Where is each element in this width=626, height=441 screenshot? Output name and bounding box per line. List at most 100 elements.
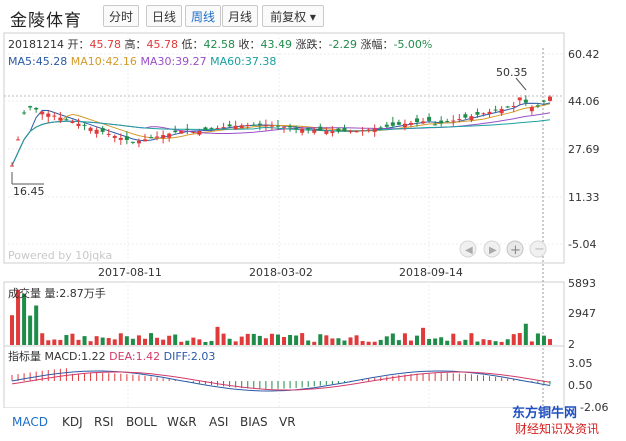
ma-line	[11, 103, 551, 166]
candle-body	[269, 125, 274, 127]
tab-kdj[interactable]: KDJ	[62, 415, 83, 429]
candlesticks	[10, 95, 552, 167]
ma-line	[11, 119, 551, 166]
candle-body	[288, 126, 293, 128]
candle-body	[481, 113, 486, 115]
candle-body	[94, 129, 99, 134]
tab-boll[interactable]: BOLL	[126, 415, 157, 429]
volume-bar	[306, 340, 311, 345]
volume-bar	[124, 336, 129, 345]
candle-body	[16, 139, 21, 141]
volume-bar	[469, 333, 474, 345]
volume-bar	[342, 340, 347, 345]
candle-body	[402, 123, 407, 127]
volume-bar	[40, 333, 45, 345]
candle-body	[312, 130, 317, 133]
candle-body	[306, 128, 311, 130]
candle-body	[493, 109, 498, 111]
tab-rsi[interactable]: RSI	[94, 415, 114, 429]
volume-bar	[257, 335, 262, 345]
candle-body	[161, 135, 166, 139]
volume-bar	[58, 339, 63, 345]
candle-body	[463, 114, 468, 118]
volume-bar	[136, 335, 141, 345]
volume-bar	[251, 333, 256, 345]
candle-body	[40, 111, 45, 115]
volume-bar	[46, 340, 51, 345]
diff-value: DIFF:2.03	[163, 350, 216, 363]
volume-bar	[390, 333, 395, 345]
candle-body	[263, 125, 268, 127]
kline-chart[interactable]: ◀ ▶ + −	[0, 0, 626, 408]
volume-bar	[179, 341, 184, 345]
volume-bar	[167, 335, 172, 345]
plus-icon: +	[510, 243, 521, 258]
date-tick: 2018-03-02	[249, 266, 313, 279]
volume-header: 成交量 量:2.87万手	[8, 285, 106, 301]
volume-bar	[191, 337, 196, 345]
candle-body	[535, 105, 540, 107]
tab-macd[interactable]: MACD	[12, 415, 48, 429]
volume-bar	[185, 340, 190, 345]
volume-bar	[427, 338, 432, 345]
candle-body	[354, 130, 359, 133]
volume-bar	[330, 338, 335, 345]
volume-bar	[245, 333, 250, 345]
candle-body	[185, 128, 190, 130]
volume-bar	[155, 337, 160, 345]
candle-body	[136, 140, 141, 144]
candle-body	[396, 122, 401, 125]
volume-bar	[475, 341, 480, 345]
volume-bar	[118, 333, 123, 345]
candle-body	[275, 125, 280, 127]
watermark-site: 东方铜牛网	[512, 406, 578, 421]
price-panel	[3, 32, 565, 264]
candle-body	[76, 123, 81, 126]
volume-bar	[487, 340, 492, 345]
high-annotation: 50.35	[496, 66, 528, 79]
volume-bar	[94, 336, 99, 345]
tab-wr[interactable]: W&R	[167, 415, 197, 429]
candle-body	[294, 128, 299, 130]
candle-body	[106, 133, 111, 135]
candle-body	[366, 129, 371, 131]
volume-bar	[233, 341, 238, 345]
volume-bar	[408, 340, 413, 345]
low-annotation: 16.45	[13, 185, 45, 198]
volume-bar	[239, 336, 244, 345]
volume-bar	[336, 338, 341, 345]
tab-bias[interactable]: BIAS	[240, 415, 268, 429]
candle-body	[46, 113, 51, 117]
candle-body	[541, 100, 546, 102]
volume-bar	[10, 315, 14, 345]
candle-body	[233, 125, 238, 130]
volume-bar	[312, 341, 317, 345]
candle-body	[475, 111, 480, 115]
candle-body	[427, 116, 432, 121]
volume-bar	[203, 341, 208, 345]
volume-bar	[318, 334, 323, 345]
volume-bar	[445, 340, 450, 345]
volume-bar	[402, 333, 407, 345]
candle-body	[415, 118, 420, 123]
candle-body	[130, 141, 135, 143]
candle-body	[167, 133, 172, 138]
candle-body	[378, 127, 383, 129]
volume-label: 成交量	[8, 287, 41, 300]
candle-body	[342, 127, 347, 132]
tab-vr[interactable]: VR	[279, 415, 296, 429]
volume-bar	[384, 336, 389, 345]
volume-bar	[529, 341, 534, 345]
candle-body	[149, 137, 154, 139]
volume-bar	[463, 339, 468, 345]
volume-bar	[70, 333, 75, 345]
tab-asi[interactable]: ASI	[209, 415, 228, 429]
candle-body	[239, 125, 244, 129]
candle-body	[408, 122, 413, 125]
candle-body	[348, 131, 353, 133]
candle-body	[529, 107, 534, 112]
moving-average-lines	[11, 102, 551, 166]
chevron-left-icon: ◀	[465, 245, 473, 256]
price-tick: 44.06	[568, 95, 600, 108]
candle-body	[22, 112, 27, 114]
